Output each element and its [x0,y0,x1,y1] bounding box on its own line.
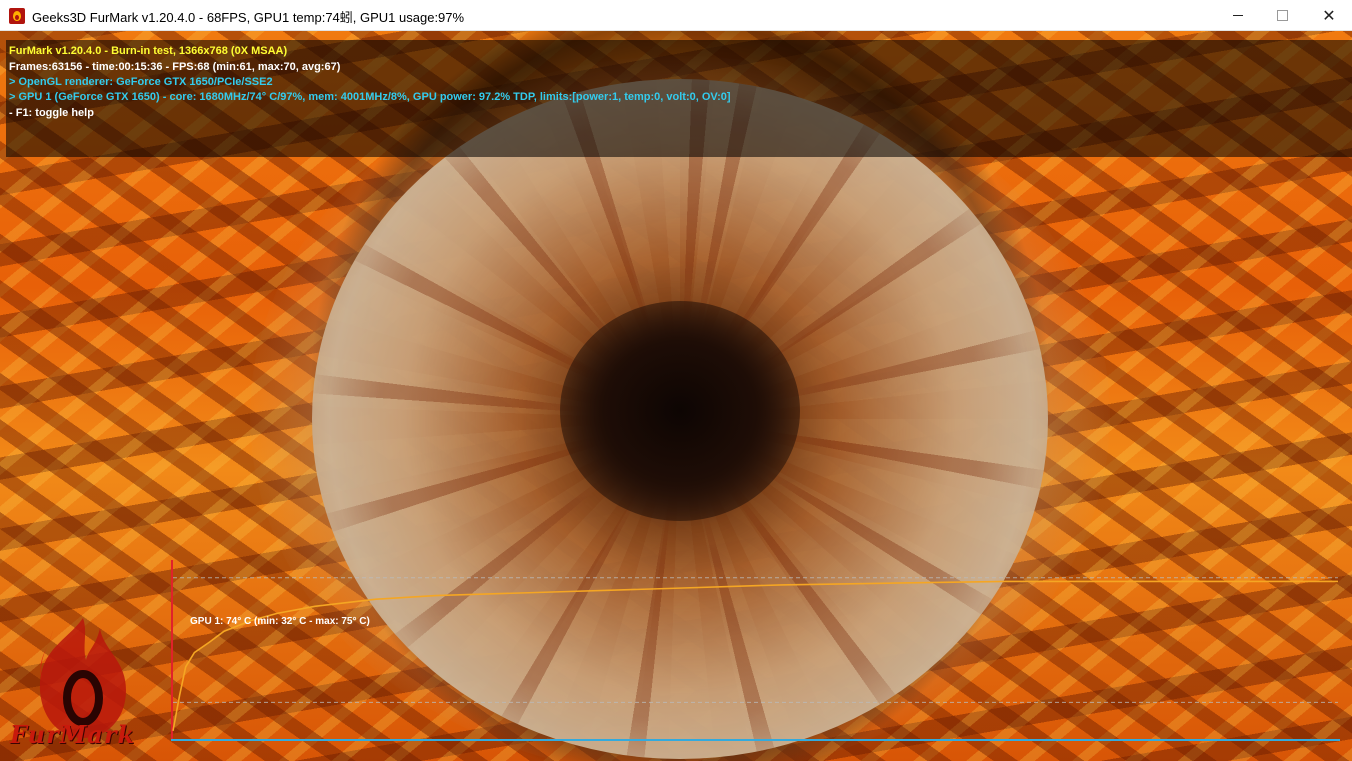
close-icon: ✕ [1322,7,1336,25]
fur-donut-center [560,301,800,521]
close-button[interactable]: ✕ [1306,0,1352,31]
hud-title-line: FurMark v1.20.4.0 - Burn-in test, 1366x7… [9,45,288,57]
hud-renderer-line: > OpenGL renderer: GeForce GTX 1650/PCIe… [9,76,273,88]
minimize-icon [1233,15,1243,16]
hud-gpu-line: > GPU 1 (GeForce GTX 1650) - core: 1680M… [9,91,731,103]
minimize-button[interactable] [1215,0,1261,31]
title-bar[interactable]: Geeks3D FurMark v1.20.4.0 - 68FPS, GPU1 … [0,0,1352,31]
hud-help-line: - F1: toggle help [9,107,94,119]
furmark-app-icon[interactable] [9,8,25,24]
furmark-window: Geeks3D FurMark v1.20.4.0 - 68FPS, GPU1 … [0,0,1352,761]
maximize-button[interactable] [1259,0,1305,31]
window-title: Geeks3D FurMark v1.20.4.0 - 68FPS, GPU1 … [32,10,465,25]
graph-title: GPU 1: 74° C (min: 32° C - max: 75° C) [190,616,370,627]
hud-frames-line: Frames:63156 - time:00:15:36 - FPS:68 (m… [9,61,341,73]
maximize-icon [1276,10,1288,21]
furmark-logo-text: FurMark [10,720,136,749]
